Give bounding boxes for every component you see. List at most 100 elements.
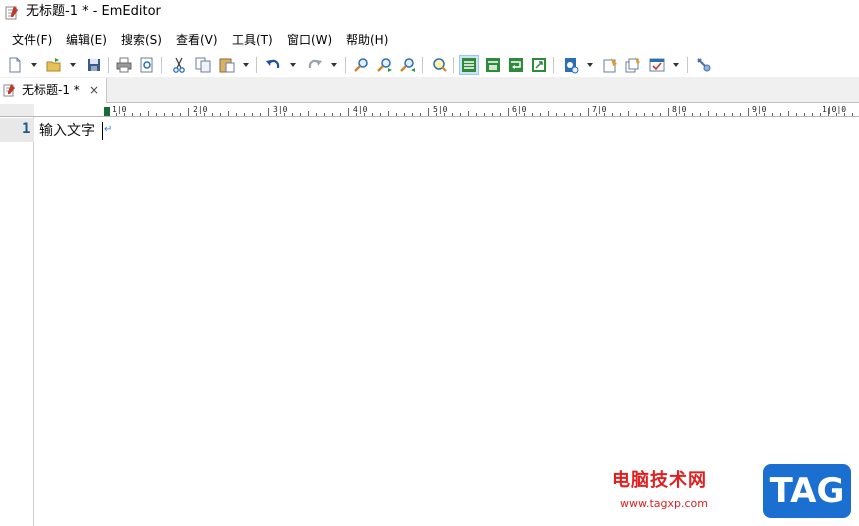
print-preview-button[interactable] xyxy=(137,55,157,75)
ruler: 1|0 2|0 3|0 4|0 5|0 6|0 7|0 8|0 9|0 1|0|… xyxy=(0,104,859,117)
notepad-icon xyxy=(3,84,15,97)
open-dropdown[interactable] xyxy=(68,55,78,75)
encoding-icon xyxy=(565,58,579,74)
find-icon xyxy=(354,58,368,72)
toolbar-separator xyxy=(687,57,688,73)
ruler-label: 5|0 xyxy=(433,105,448,114)
print-icon xyxy=(116,57,132,73)
find-button[interactable] xyxy=(352,55,372,75)
configuration-icon xyxy=(603,58,617,73)
watermark-title: 电脑技术网 xyxy=(612,470,707,491)
find-next-icon xyxy=(377,58,392,72)
toolbar-separator xyxy=(553,57,554,73)
toolbar-separator xyxy=(108,57,109,73)
encoding-dropdown[interactable] xyxy=(585,55,595,75)
encoding-button[interactable] xyxy=(561,55,581,75)
copy-button[interactable] xyxy=(193,55,213,75)
text-editor-area[interactable]: 输入文字 xyxy=(34,117,859,526)
new-file-button[interactable] xyxy=(5,55,25,75)
ruler-label: 3|0 xyxy=(273,105,288,114)
menu-window[interactable]: 窗口(W) xyxy=(287,33,332,48)
close-icon[interactable]: × xyxy=(89,84,99,96)
menu-view[interactable]: 查看(V) xyxy=(176,33,218,48)
find-previous-button[interactable] xyxy=(398,55,418,75)
copy-icon xyxy=(195,57,211,73)
menu-tools[interactable]: 工具(T) xyxy=(232,33,273,48)
watermark-badge-text: TAG xyxy=(769,471,845,511)
tab-untitled-1[interactable]: 无标题-1 * × xyxy=(0,78,107,103)
toolbar-separator xyxy=(345,57,346,73)
ruler-label: 1|0|0 xyxy=(822,105,847,114)
print-button[interactable] xyxy=(114,55,134,75)
wrap-by-window-icon xyxy=(532,58,546,72)
ruler-ticks xyxy=(108,108,853,116)
notepad-icon xyxy=(5,6,18,20)
ruler-label: 1|0 xyxy=(112,105,127,114)
menu-help[interactable]: 帮助(H) xyxy=(346,33,388,48)
new-file-dropdown[interactable] xyxy=(29,55,39,75)
paste-icon xyxy=(219,58,235,73)
redo-icon xyxy=(308,59,322,69)
menu-file[interactable]: 文件(F) xyxy=(12,33,52,48)
wrap-off-button[interactable] xyxy=(483,55,503,75)
ruler-label: 2|0 xyxy=(193,105,208,114)
editor-line[interactable]: 输入文字 xyxy=(39,122,95,140)
toolbar-separator xyxy=(161,57,162,73)
tab-label: 无标题-1 * xyxy=(22,83,80,97)
text-caret xyxy=(102,122,103,140)
menu-edit[interactable]: 编辑(E) xyxy=(66,33,107,48)
toolbar-separator xyxy=(256,57,257,73)
paste-dropdown[interactable] xyxy=(241,55,251,75)
line-number: 1 xyxy=(22,121,31,137)
watermark-logo: TAG xyxy=(763,464,851,518)
plugins-icon xyxy=(697,58,711,72)
highlight-button[interactable] xyxy=(429,55,449,75)
toolbar xyxy=(0,53,859,77)
save-icon xyxy=(88,59,100,71)
cut-icon xyxy=(173,57,185,73)
wrap-off-icon xyxy=(486,58,500,72)
save-button[interactable] xyxy=(84,55,104,75)
eol-mark: ↵ xyxy=(104,124,113,135)
highlight-icon xyxy=(433,58,447,72)
all-configurations-button[interactable] xyxy=(623,55,643,75)
markers-icon xyxy=(462,58,476,72)
find-next-button[interactable] xyxy=(375,55,395,75)
undo-button[interactable] xyxy=(263,55,283,75)
customize-dropdown[interactable] xyxy=(671,55,681,75)
ruler-label: 9|0 xyxy=(752,105,767,114)
cut-button[interactable] xyxy=(169,55,189,75)
configuration-button[interactable] xyxy=(600,55,620,75)
ruler-label: 7|0 xyxy=(592,105,607,114)
ruler-label: 8|0 xyxy=(672,105,687,114)
menu-bar: 文件(F) 编辑(E) 搜索(S) 查看(V) 工具(T) 窗口(W) 帮助(H… xyxy=(0,30,859,52)
plugins-button[interactable] xyxy=(694,55,714,75)
find-previous-icon xyxy=(400,58,415,72)
customize-button[interactable] xyxy=(647,55,667,75)
open-folder-icon xyxy=(46,58,61,72)
new-file-icon xyxy=(9,57,21,73)
ruler-cursor-marker xyxy=(104,107,110,116)
window-title: 无标题-1 * - EmEditor xyxy=(26,4,161,19)
toolbar-separator xyxy=(453,57,454,73)
print-preview-icon xyxy=(140,57,153,73)
open-button[interactable] xyxy=(44,55,64,75)
markers-button[interactable] xyxy=(459,55,479,75)
toolbar-separator xyxy=(422,57,423,73)
redo-dropdown[interactable] xyxy=(329,55,339,75)
wrap-by-chars-button[interactable] xyxy=(506,55,526,75)
line-number-gutter xyxy=(0,117,34,526)
undo-icon xyxy=(266,59,280,69)
wrap-by-window-button[interactable] xyxy=(529,55,549,75)
customize-icon xyxy=(649,58,665,72)
undo-dropdown[interactable] xyxy=(288,55,298,75)
all-configurations-icon xyxy=(625,57,640,73)
tab-bar: 无标题-1 * × xyxy=(0,77,859,103)
watermark-url: www.tagxp.com xyxy=(620,497,708,510)
menu-search[interactable]: 搜索(S) xyxy=(121,33,162,48)
title-bar: 无标题-1 * - EmEditor xyxy=(0,0,859,26)
ruler-label: 4|0 xyxy=(353,105,368,114)
paste-button[interactable] xyxy=(217,55,237,75)
wrap-by-chars-icon xyxy=(509,58,523,72)
redo-button[interactable] xyxy=(305,55,325,75)
